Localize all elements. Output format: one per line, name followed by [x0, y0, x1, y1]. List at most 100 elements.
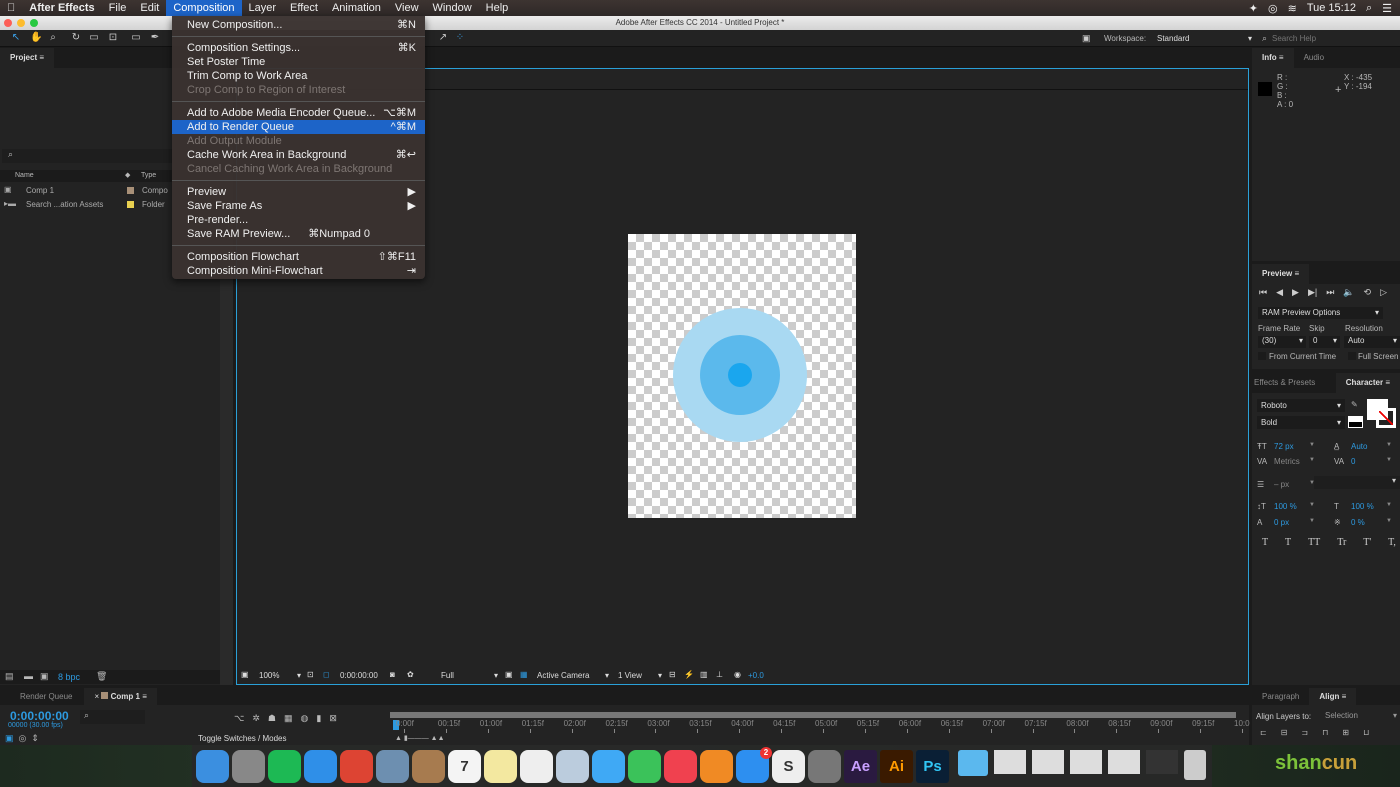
brainstorm-icon[interactable]: ⊠	[329, 713, 337, 724]
magnification-icon[interactable]: ▣	[241, 670, 249, 679]
motion-blur-icon[interactable]: ◍	[301, 713, 309, 724]
menu-item-add-to-adobe-media-encoder-queue[interactable]: Add to Adobe Media Encoder Queue... ⌥⌘M	[172, 106, 425, 120]
window-thumbnail[interactable]	[1032, 750, 1064, 774]
draft-3d-icon[interactable]: ✲	[252, 713, 260, 724]
selection-tool-icon[interactable]: ↖	[10, 32, 22, 44]
menu-item-composition-flowchart[interactable]: Composition Flowchart ⇧⌘F11	[172, 250, 425, 264]
menu-item-new-composition[interactable]: New Composition... ⌘N	[172, 18, 425, 32]
last-frame-icon[interactable]: ⏭	[1326, 287, 1334, 298]
window-thumbnail[interactable]	[1146, 750, 1178, 774]
shy-icon[interactable]: ☗	[268, 713, 276, 724]
interpret-footage-icon[interactable]: ▤	[5, 671, 14, 682]
menu-animation[interactable]: Animation	[325, 0, 388, 16]
menu-item-pre-render[interactable]: Pre-render...	[172, 213, 425, 227]
dock-contacts-icon[interactable]	[412, 749, 445, 783]
tab-info[interactable]: Info ≡	[1252, 48, 1294, 68]
chevron-down-icon[interactable]: ▼	[1386, 518, 1392, 524]
toggle-switches-modes[interactable]: Toggle Switches / Modes	[198, 734, 287, 743]
transfer-controls-icon[interactable]: ◎	[19, 733, 27, 744]
tab-character[interactable]: Character ≡	[1335, 373, 1400, 393]
dock-illustrator-icon[interactable]: Ai	[880, 749, 913, 783]
pen-tool-icon[interactable]: ✒	[149, 32, 161, 44]
menu-item-add-output-module[interactable]: Add Output Module	[172, 134, 425, 148]
dock-mail-icon[interactable]	[376, 749, 409, 783]
fast-preview-icon[interactable]: ⚡	[684, 670, 694, 679]
rectangle-tool-icon[interactable]: ▭	[130, 32, 142, 44]
dock-after-effects-icon[interactable]: Ae	[844, 749, 877, 783]
close-button[interactable]	[4, 19, 12, 27]
stroke-type-select[interactable]: ▾	[1314, 476, 1400, 489]
tab-preview[interactable]: Preview ≡	[1252, 264, 1310, 284]
dock-preview-icon[interactable]	[556, 749, 589, 783]
clock[interactable]: Tue 15:12	[1307, 2, 1356, 14]
menu-composition[interactable]: Composition	[166, 0, 242, 16]
pixel-aspect-icon[interactable]: ⊟	[669, 670, 676, 679]
tab-project[interactable]: Project ≡	[0, 48, 55, 68]
tsume-value[interactable]: 0 %	[1351, 518, 1365, 527]
dock-calendar-icon[interactable]: 7	[448, 749, 481, 783]
text-style-button[interactable]: T	[1262, 537, 1268, 548]
app-menu[interactable]: After Effects	[22, 0, 101, 16]
pan-behind-tool-icon[interactable]: ⊡	[107, 32, 119, 44]
rotate-tool-icon[interactable]: ↻	[70, 32, 82, 44]
region-of-interest-icon[interactable]: ▣	[505, 670, 513, 679]
window-thumbnail[interactable]	[994, 750, 1026, 774]
timeline-search[interactable]: ⌕	[80, 710, 145, 724]
menu-edit[interactable]: Edit	[133, 0, 166, 16]
text-style-button[interactable]: T	[1285, 537, 1291, 548]
kerning-value[interactable]: Metrics	[1274, 457, 1300, 466]
menu-layer[interactable]: Layer	[242, 0, 284, 16]
dock-system-preferences-icon[interactable]	[808, 749, 841, 783]
dock-app-store-icon[interactable]: 2	[736, 746, 772, 783]
composition-canvas[interactable]	[628, 234, 856, 518]
align-vcenter-icon[interactable]: ⊞	[1342, 728, 1349, 737]
chevron-down-icon[interactable]: ▼	[1309, 502, 1315, 508]
new-comp-icon[interactable]: ▣	[40, 671, 49, 682]
chevron-down-icon[interactable]: ▼	[1386, 442, 1392, 448]
menu-item-save-ram-preview[interactable]: Save RAM Preview... ⌘Numpad 0	[172, 227, 425, 241]
dock-photoshop-icon[interactable]: Ps	[916, 749, 949, 783]
frame-rate-select[interactable]: (30) ▾	[1258, 336, 1306, 348]
new-folder-icon[interactable]: ▬	[24, 671, 33, 681]
menu-effect[interactable]: Effect	[283, 0, 325, 16]
menu-item-cancel-caching-work-area-in-background[interactable]: Cancel Caching Work Area in Background	[172, 162, 425, 176]
tab-align[interactable]: Align ≡	[1309, 688, 1357, 705]
skip-select[interactable]: 0 ▾	[1309, 336, 1340, 348]
comp-mini-flowchart-icon[interactable]: ⌥	[234, 713, 244, 724]
cc-icon[interactable]: ◎	[1268, 2, 1278, 15]
exposure-icon[interactable]: ◉	[734, 670, 741, 679]
menu-item-composition-mini-flowchart[interactable]: Composition Mini-Flowchart ⇥	[172, 264, 425, 278]
transparency-grid-icon[interactable]: ▦	[520, 670, 528, 679]
bpc-button[interactable]: 8 bpc	[58, 672, 80, 682]
menu-item-trim-comp-to-work-area[interactable]: Trim Comp to Work Area	[172, 69, 425, 83]
resolution-select[interactable]: Auto ▾	[1344, 336, 1400, 348]
layer-switches-icon[interactable]: ▣	[5, 733, 14, 744]
dock-launchpad-icon[interactable]	[232, 749, 265, 783]
window-thumbnail[interactable]	[1070, 750, 1102, 774]
hand-tool-icon[interactable]: ✋	[30, 32, 42, 44]
vscale-value[interactable]: 100 %	[1274, 502, 1297, 511]
tab-paragraph[interactable]: Paragraph	[1252, 688, 1309, 705]
text-style-button[interactable]: TT	[1308, 537, 1320, 548]
from-current-time-checkbox[interactable]	[1258, 352, 1266, 360]
zoom-button[interactable]	[30, 19, 38, 27]
apple-icon[interactable]: 	[0, 0, 22, 16]
baseline-value[interactable]: 0 px	[1274, 518, 1289, 527]
menu-view[interactable]: View	[388, 0, 426, 16]
dock-chrome-icon[interactable]	[340, 749, 373, 783]
align-left-icon[interactable]: ⊏	[1260, 728, 1267, 737]
column-name[interactable]: Name	[15, 170, 34, 182]
text-style-button[interactable]: T,	[1388, 537, 1396, 548]
timeline-icon[interactable]: ▥	[700, 670, 708, 679]
hscale-value[interactable]: 100 %	[1351, 502, 1374, 511]
chevron-down-icon[interactable]: ▼	[1386, 457, 1392, 463]
channel-icon[interactable]: ✿	[407, 670, 414, 679]
menu-help[interactable]: Help	[479, 0, 516, 16]
menu-item-set-poster-time[interactable]: Set Poster Time	[172, 55, 425, 69]
dock-messages-icon[interactable]	[592, 749, 625, 783]
trash-icon[interactable]: 🗑	[96, 671, 107, 682]
previous-frame-icon[interactable]: ◀	[1276, 287, 1283, 298]
work-area-bar[interactable]	[390, 712, 1236, 718]
dock-reminders-icon[interactable]	[520, 749, 553, 783]
align-top-icon[interactable]: ⊓	[1322, 728, 1328, 737]
